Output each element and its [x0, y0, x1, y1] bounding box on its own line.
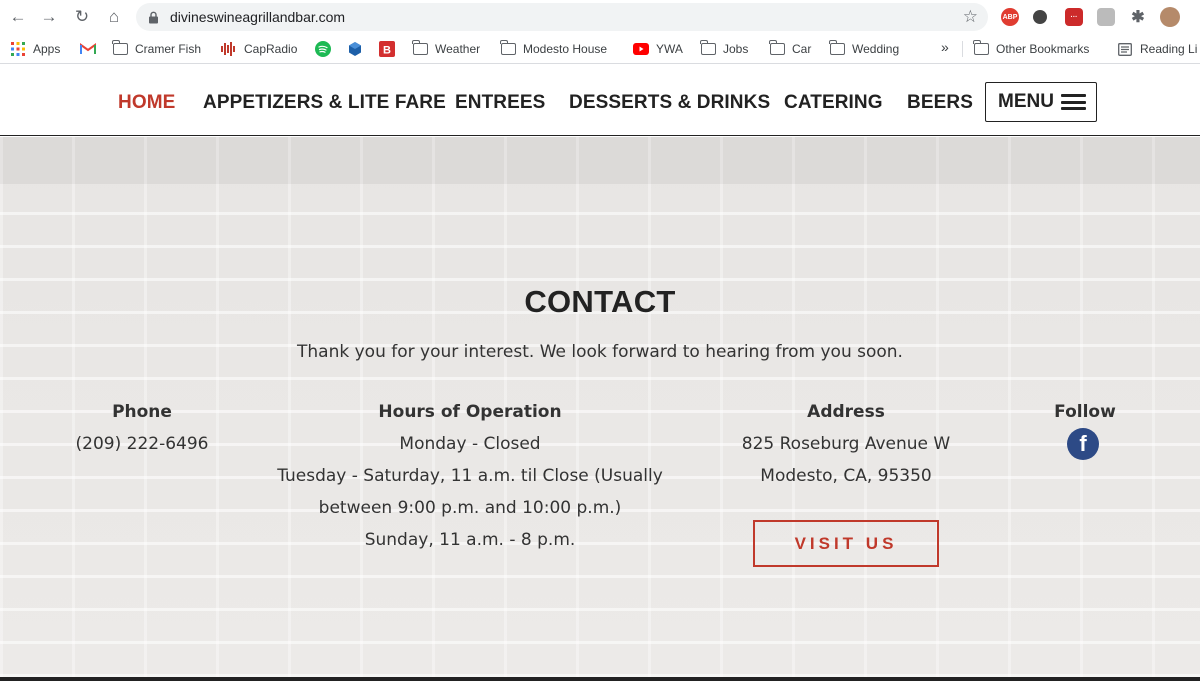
bookmark-jobs[interactable]: Jobs: [700, 40, 748, 57]
extension-gray-icon[interactable]: [1097, 8, 1115, 26]
address-column: Address 825 Roseburg Avenue W Modesto, C…: [716, 396, 976, 492]
contact-title: CONTACT: [524, 284, 676, 319]
apps-grid-icon: [10, 41, 26, 57]
folder-icon: [769, 40, 785, 57]
gmail-icon: [80, 41, 96, 57]
visit-us-button[interactable]: VISIT US: [753, 520, 939, 567]
follow-heading: Follow: [1054, 402, 1116, 422]
folder-icon: [973, 40, 989, 57]
lock-icon: [148, 10, 160, 24]
bookmark-spotify[interactable]: [315, 41, 338, 57]
hours-heading: Hours of Operation: [378, 402, 562, 422]
phone-number[interactable]: (209) 222-6496: [42, 428, 242, 460]
bookmark-cramer-fish[interactable]: Cramer Fish: [112, 40, 201, 57]
hamburger-icon: [1061, 94, 1086, 110]
hours-line: Monday - Closed: [399, 434, 541, 454]
folder-icon: [500, 40, 516, 57]
bookmark-cube[interactable]: [347, 41, 370, 57]
menu-button[interactable]: MENU: [985, 82, 1097, 122]
hours-line: between 9:00 p.m. and 10:00 p.m.): [318, 498, 622, 518]
puzzle-extensions-icon[interactable]: ✱: [1129, 8, 1147, 26]
footer-edge: [0, 677, 1200, 681]
browser-toolbar: ← → ↻ ⌂ divineswineagrillandbar.com ☆ AB…: [0, 0, 1200, 34]
bookmark-star-icon[interactable]: ☆: [963, 7, 978, 27]
reload-icon[interactable]: ↻: [71, 6, 93, 28]
phone-column: Phone (209) 222-6496: [42, 396, 242, 460]
home-icon[interactable]: ⌂: [103, 6, 125, 28]
bookmarks-bar: Apps Cramer Fish CapRadio B Weather Mode…: [0, 34, 1200, 64]
forward-icon[interactable]: →: [38, 6, 60, 28]
address-line: Modesto, CA, 95350: [760, 466, 932, 486]
hours-line: Sunday, 11 a.m. - 8 p.m.: [364, 530, 576, 550]
nav-entrees[interactable]: ENTREES: [455, 92, 545, 114]
more-bookmarks-icon[interactable]: »: [941, 39, 949, 55]
bookmarks-separator: [962, 41, 963, 57]
url-text: divineswineagrillandbar.com: [170, 9, 346, 25]
nav-home[interactable]: HOME: [118, 92, 175, 114]
address-line: 825 Roseburg Avenue W: [741, 434, 951, 454]
phone-heading: Phone: [112, 402, 172, 422]
bookmark-wedding[interactable]: Wedding: [829, 40, 899, 57]
reading-list[interactable]: Reading Li: [1117, 41, 1197, 57]
bookmark-capradio[interactable]: CapRadio: [221, 41, 297, 57]
back-icon[interactable]: ←: [7, 6, 29, 28]
bookmark-weather[interactable]: Weather: [412, 40, 480, 57]
folder-icon: [700, 40, 716, 57]
svg-text:B: B: [383, 45, 391, 57]
youtube-icon: [633, 41, 649, 57]
address-bar[interactable]: divineswineagrillandbar.com ☆: [136, 3, 988, 31]
nav-catering[interactable]: CATERING: [784, 92, 883, 114]
contact-subtitle: Thank you for your interest. We look for…: [297, 342, 903, 362]
bookmark-b[interactable]: B: [379, 41, 402, 57]
hours-column: Hours of Operation Monday - Closed Tuesd…: [260, 396, 680, 556]
reading-list-icon: [1117, 41, 1133, 57]
site-navigation: HOME APPETIZERS & LITE FARE ENTREES DESS…: [0, 68, 1200, 136]
folder-icon: [112, 40, 128, 57]
cube-icon: [347, 41, 363, 57]
spotify-icon: [315, 41, 331, 57]
facebook-icon[interactable]: f: [1067, 428, 1099, 460]
folder-icon: [412, 40, 428, 57]
nav-appetizers[interactable]: APPETIZERS & LITE FARE: [203, 92, 446, 114]
hours-line: Tuesday - Saturday, 11 a.m. til Close (U…: [277, 466, 663, 486]
section-divider-band: [0, 137, 1200, 184]
address-heading: Address: [807, 402, 885, 422]
menu-label: MENU: [998, 91, 1054, 112]
bookmark-car[interactable]: Car: [769, 40, 811, 57]
bookmark-apps[interactable]: Apps: [10, 41, 60, 57]
bookmark-ywa[interactable]: YWA: [633, 41, 683, 57]
extension-circle-icon[interactable]: [1033, 10, 1047, 24]
capradio-icon: [221, 41, 237, 57]
nav-desserts-drinks[interactable]: DESSERTS & DRINKS: [569, 92, 770, 114]
adblock-extension-icon[interactable]: ABP: [1001, 8, 1019, 26]
b-icon: B: [379, 41, 395, 57]
follow-column: Follow: [1020, 396, 1150, 428]
bookmark-gmail[interactable]: [80, 41, 103, 57]
nav-beers[interactable]: BEERS: [907, 92, 973, 114]
other-bookmarks[interactable]: Other Bookmarks: [973, 40, 1089, 57]
folder-icon: [829, 40, 845, 57]
extension-dots-icon[interactable]: ···: [1065, 8, 1083, 26]
profile-avatar[interactable]: [1160, 7, 1180, 27]
bookmark-modesto-house[interactable]: Modesto House: [500, 40, 607, 57]
